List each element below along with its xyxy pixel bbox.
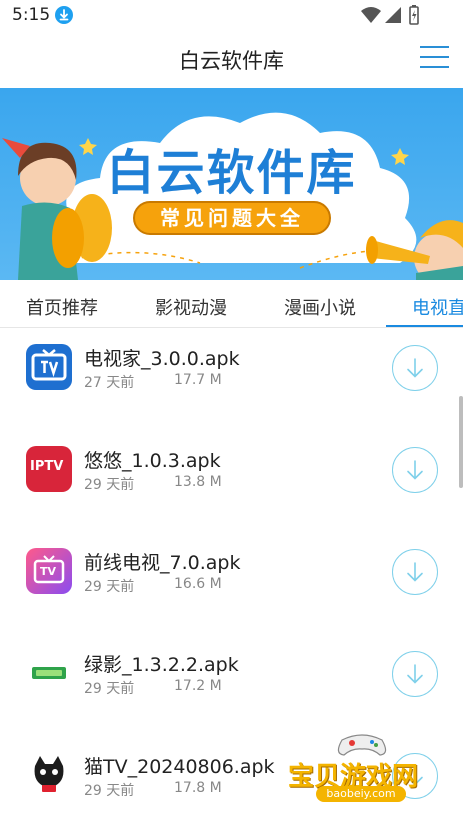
download-arrow-icon bbox=[407, 460, 423, 480]
app-age: 27 天前 bbox=[84, 375, 135, 391]
list-item[interactable]: TV 前线电视_7.0.apk 29 天前 16.6 M bbox=[0, 533, 463, 635]
app-name: 电视家_3.0.0.apk bbox=[84, 348, 240, 370]
status-bar: 5:15 bbox=[0, 0, 463, 32]
download-notification-icon bbox=[55, 6, 73, 24]
banner-title: 白云软件库 bbox=[106, 145, 357, 201]
scrollbar[interactable] bbox=[459, 396, 463, 488]
tab-film-anime[interactable]: 影视动漫 bbox=[155, 294, 227, 320]
app-icon-label: TV bbox=[40, 565, 57, 578]
app-header: 白云软件库 bbox=[0, 32, 463, 88]
app-icon-label: IPTV bbox=[30, 459, 64, 474]
app-size: 13.8 M bbox=[174, 474, 222, 490]
tv-gradient-app-icon: TV bbox=[26, 548, 72, 594]
category-tabs: 首页推荐 影视动漫 漫画小说 电视直 bbox=[0, 280, 463, 328]
list-item[interactable]: 电视家_3.0.0.apk 27 天前 17.7 M bbox=[0, 329, 463, 431]
app-name: 绿影_1.3.2.2.apk bbox=[84, 654, 239, 676]
green-app-icon bbox=[26, 650, 72, 696]
app-age: 29 天前 bbox=[84, 477, 135, 493]
wifi-icon bbox=[361, 7, 381, 23]
download-button[interactable] bbox=[392, 345, 438, 391]
download-button[interactable] bbox=[392, 549, 438, 595]
battery-icon bbox=[409, 5, 419, 25]
tab-comics-novels[interactable]: 漫画小说 bbox=[284, 294, 356, 320]
watermark: 宝贝游戏网 baobeiy.com bbox=[286, 728, 438, 804]
download-arrow-icon bbox=[407, 358, 423, 378]
app-size: 17.8 M bbox=[174, 780, 222, 796]
app-age: 29 天前 bbox=[84, 681, 135, 697]
cat-tv-app-icon bbox=[26, 752, 72, 798]
iptv-app-icon: IPTV bbox=[26, 446, 72, 492]
app-size: 16.6 M bbox=[174, 576, 222, 592]
download-arrow-icon bbox=[407, 664, 423, 684]
download-button[interactable] bbox=[392, 651, 438, 697]
list-item[interactable]: IPTV 悠悠_1.0.3.apk 29 天前 13.8 M bbox=[0, 431, 463, 533]
app-name: 猫TV_20240806.apk bbox=[84, 756, 275, 778]
gamepad-icon bbox=[337, 734, 387, 756]
download-arrow-icon bbox=[407, 562, 423, 582]
status-icons bbox=[360, 5, 430, 25]
list-item[interactable]: 绿影_1.3.2.2.apk 29 天前 17.2 M bbox=[0, 635, 463, 737]
tab-home-recommended[interactable]: 首页推荐 bbox=[26, 294, 98, 320]
app-age: 29 天前 bbox=[84, 579, 135, 595]
app-age: 29 天前 bbox=[84, 783, 135, 799]
banner-subtitle: 常见问题大全 bbox=[133, 201, 331, 235]
menu-button[interactable] bbox=[420, 46, 449, 70]
tv-app-icon bbox=[26, 344, 72, 390]
app-size: 17.7 M bbox=[174, 372, 222, 388]
tab-tv-live[interactable]: 电视直 bbox=[412, 294, 463, 320]
active-tab-indicator bbox=[386, 325, 463, 327]
watermark-url: baobeiy.com bbox=[316, 786, 406, 802]
app-size: 17.2 M bbox=[174, 678, 222, 694]
app-name: 悠悠_1.0.3.apk bbox=[84, 450, 221, 472]
promo-banner[interactable]: 白云软件库 常见问题大全 bbox=[0, 88, 463, 280]
signal-icon bbox=[385, 7, 401, 23]
app-name: 前线电视_7.0.apk bbox=[84, 552, 241, 574]
page-title: 白云软件库 bbox=[179, 49, 284, 73]
status-time: 5:15 bbox=[12, 5, 51, 25]
download-button[interactable] bbox=[392, 447, 438, 493]
